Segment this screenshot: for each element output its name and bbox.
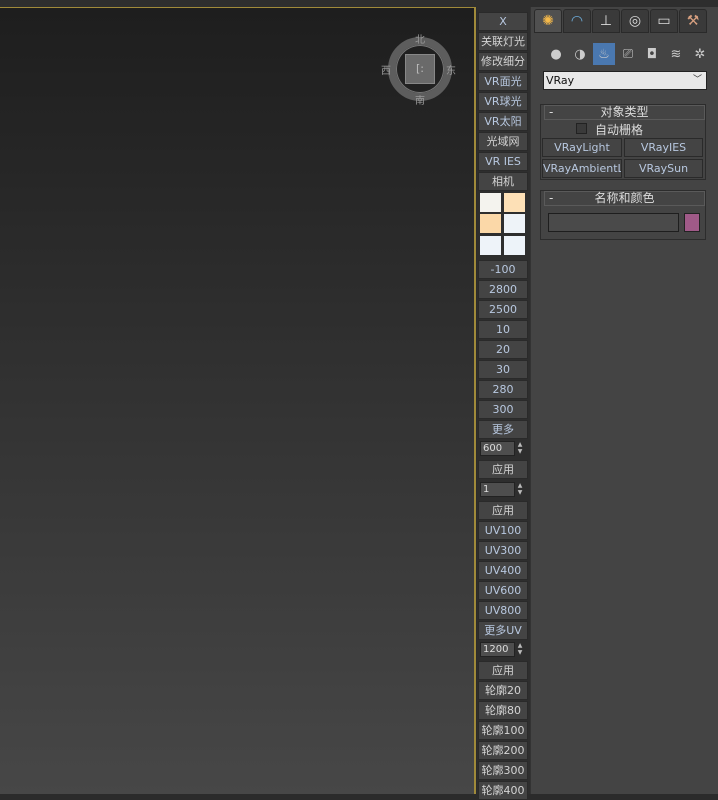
vraylight-button[interactable]: VRayLight bbox=[542, 138, 622, 157]
tool-button-1[interactable]: 关联灯光 bbox=[478, 32, 528, 51]
value-button-0[interactable]: -100 bbox=[478, 260, 528, 279]
shapes-icon[interactable]: ◑ bbox=[569, 43, 591, 65]
cameras-icon[interactable]: ⎚ bbox=[617, 43, 639, 65]
lights-icon[interactable]: ♨ bbox=[593, 43, 615, 65]
autogrid-label: 自动栅格 bbox=[595, 123, 644, 137]
hierarchy-tab-icon[interactable]: ⊥ bbox=[592, 9, 620, 33]
spinner-arrows-icon[interactable]: ▲ ▼ bbox=[515, 642, 525, 659]
modify-tab-icon[interactable]: ◠ bbox=[563, 9, 591, 33]
west-label[interactable]: 西 bbox=[381, 62, 391, 77]
spacewarps-icon[interactable]: ≋ bbox=[665, 43, 687, 65]
top-bar bbox=[0, 0, 718, 7]
spinner-arrows-icon[interactable]: ▲ ▼ bbox=[515, 482, 525, 499]
geometry-icon[interactable]: ● bbox=[545, 43, 567, 65]
object-type-rollout: - 对象类型 自动栅格 VRayLight VRayIES VRayAmbient… bbox=[540, 104, 706, 180]
tool-button-5[interactable]: VR太阳 bbox=[478, 112, 528, 131]
value-button-7[interactable]: 300 bbox=[478, 400, 528, 419]
motion-tab-icon[interactable]: ◎ bbox=[621, 9, 649, 33]
spinner-3[interactable]: 1200 ▲ ▼ bbox=[480, 642, 527, 659]
value-button-3[interactable]: 10 bbox=[478, 320, 528, 339]
outline-button-5[interactable]: 轮廓400 bbox=[478, 781, 528, 800]
outline-button-4[interactable]: 轮廓300 bbox=[478, 761, 528, 780]
outline-button-3[interactable]: 轮廓200 bbox=[478, 741, 528, 760]
name-color-rollout: - 名称和颜色 bbox=[540, 190, 706, 240]
value-button-2[interactable]: 2500 bbox=[478, 300, 528, 319]
apply-button-2[interactable]: 应用 bbox=[478, 501, 528, 520]
vrayies-button[interactable]: VRayIES bbox=[624, 138, 703, 157]
spinner-2[interactable]: 1 ▲ ▼ bbox=[480, 482, 527, 499]
outline-button-1[interactable]: 轮廓80 bbox=[478, 701, 528, 720]
systems-icon[interactable]: ✲ bbox=[689, 43, 711, 65]
tool-button-3[interactable]: VR面光 bbox=[478, 72, 528, 91]
north-label[interactable]: 北 bbox=[415, 31, 425, 46]
spinner-arrows-icon[interactable]: ▲ ▼ bbox=[515, 441, 525, 458]
spinner-1[interactable]: 600 ▲ ▼ bbox=[480, 441, 527, 458]
light-color-swatch[interactable] bbox=[504, 193, 525, 212]
name-color-header[interactable]: - 名称和颜色 bbox=[544, 191, 705, 206]
custom-toolbar: X 关联灯光 修改细分 VR面光 VR球光 VR太阳 光域网 VR IES 相机 -100 2800… bbox=[477, 7, 530, 800]
value-button-1[interactable]: 2800 bbox=[478, 280, 528, 299]
apply-button-1[interactable]: 应用 bbox=[478, 460, 528, 479]
value-button-5[interactable]: 30 bbox=[478, 360, 528, 379]
outline-button-0[interactable]: 轮廓20 bbox=[478, 681, 528, 700]
autogrid-checkbox[interactable] bbox=[576, 123, 587, 134]
tool-button-2[interactable]: 修改细分 bbox=[478, 52, 528, 71]
category-dropdown[interactable]: VRay ﹀ bbox=[543, 71, 707, 90]
chevron-down-icon: ﹀ bbox=[692, 75, 702, 85]
value-button-6[interactable]: 280 bbox=[478, 380, 528, 399]
light-color-swatch[interactable] bbox=[480, 193, 501, 212]
uv-button-3[interactable]: UV600 bbox=[478, 581, 528, 600]
object-type-title: 对象类型 bbox=[600, 105, 649, 119]
viewcube[interactable]: [: 北 南 东 西 bbox=[381, 31, 456, 107]
object-type-header[interactable]: - 对象类型 bbox=[544, 105, 705, 120]
viewcube-face[interactable]: [: bbox=[405, 54, 435, 84]
uv-button-4[interactable]: UV800 bbox=[478, 601, 528, 620]
light-color-swatch[interactable] bbox=[480, 236, 501, 255]
light-color-swatch[interactable] bbox=[504, 236, 525, 255]
viewport[interactable]: [: 北 南 东 西 bbox=[0, 7, 476, 794]
vrayambientlight-button[interactable]: VRayAmbientLigh bbox=[542, 159, 622, 178]
south-label[interactable]: 南 bbox=[415, 92, 425, 107]
object-name-input[interactable] bbox=[548, 213, 679, 232]
utilities-tab-icon[interactable]: ⚒ bbox=[679, 9, 707, 33]
uv-button-2[interactable]: UV400 bbox=[478, 561, 528, 580]
outline-button-2[interactable]: 轮廓100 bbox=[478, 721, 528, 740]
create-tab-icon[interactable]: ✺ bbox=[534, 9, 562, 33]
uv-button-0[interactable]: UV100 bbox=[478, 521, 528, 540]
spinner-value[interactable]: 1200 bbox=[480, 642, 515, 657]
category-value: VRay bbox=[546, 74, 575, 87]
command-panel: ✺ ◠ ⊥ ◎ ▭ ⚒ ● ◑ ♨ ⎚ ◘ ≋ ✲ VRay ﹀ - 对象类型 自动… bbox=[530, 7, 718, 794]
helpers-icon[interactable]: ◘ bbox=[641, 43, 663, 65]
object-color-swatch[interactable] bbox=[684, 213, 700, 232]
display-tab-icon[interactable]: ▭ bbox=[650, 9, 678, 33]
tool-button-0[interactable]: X bbox=[478, 12, 528, 31]
tool-button-8[interactable]: 相机 bbox=[478, 172, 528, 191]
east-label[interactable]: 东 bbox=[446, 62, 456, 77]
name-color-title: 名称和颜色 bbox=[594, 191, 655, 205]
uv-button-1[interactable]: UV300 bbox=[478, 541, 528, 560]
spinner-value[interactable]: 600 bbox=[480, 441, 515, 456]
tool-button-7[interactable]: VR IES bbox=[478, 152, 528, 171]
tool-button-6[interactable]: 光域网 bbox=[478, 132, 528, 151]
tool-button-4[interactable]: VR球光 bbox=[478, 92, 528, 111]
light-color-swatch[interactable] bbox=[480, 214, 501, 233]
apply-button-3[interactable]: 应用 bbox=[478, 661, 528, 680]
value-button-8[interactable]: 更多 bbox=[478, 420, 528, 439]
light-color-swatch[interactable] bbox=[504, 214, 525, 233]
vraysun-button[interactable]: VRaySun bbox=[624, 159, 703, 178]
spinner-value[interactable]: 1 bbox=[480, 482, 515, 497]
value-button-4[interactable]: 20 bbox=[478, 340, 528, 359]
uv-button-5[interactable]: 更多UV bbox=[478, 621, 528, 640]
